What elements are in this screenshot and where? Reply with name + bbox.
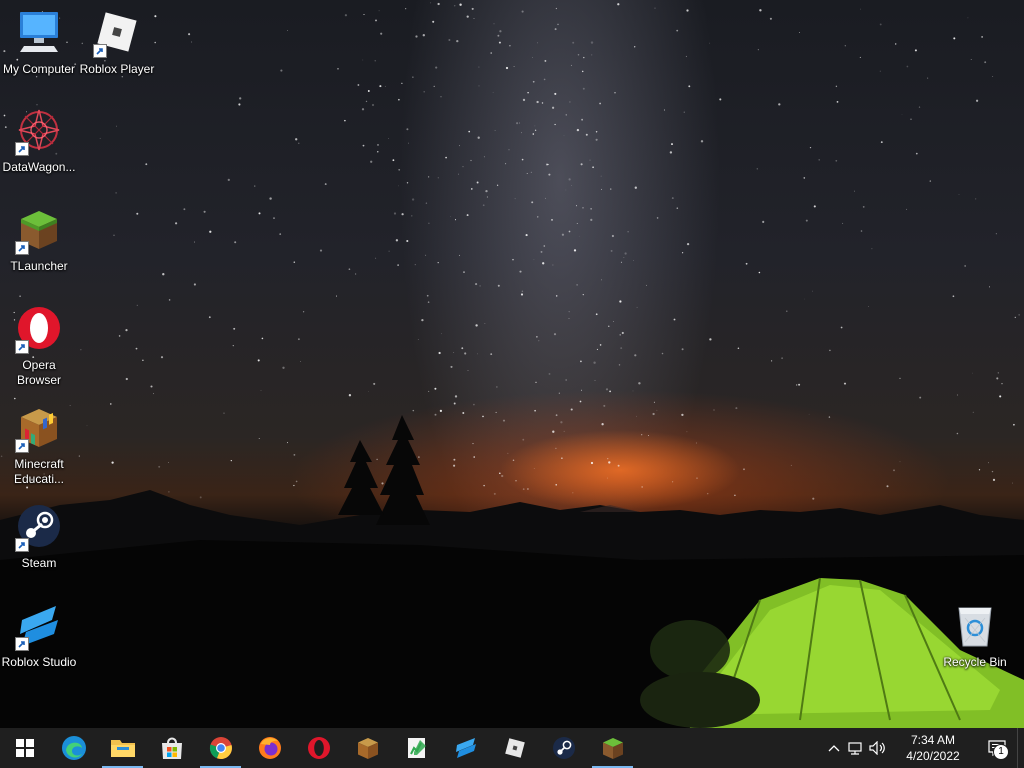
- store-icon: [161, 737, 182, 759]
- taskbar-edge-button[interactable]: [49, 728, 98, 768]
- roblox-player-icon: [504, 738, 525, 758]
- desktop-icon-minecraft-education[interactable]: Minecraft Educati...: [0, 403, 78, 487]
- clock-time: 7:34 AM: [910, 733, 956, 747]
- steam-icon: [552, 737, 575, 759]
- taskbar-tlauncher-button[interactable]: [588, 728, 637, 768]
- desktop-icon-label: Minecraft Educati...: [13, 457, 65, 486]
- roblox-studio-icon: [455, 738, 476, 758]
- taskbar-file-explorer-button[interactable]: [98, 728, 147, 768]
- desktop-icon-recycle-bin[interactable]: Recycle Bin: [936, 601, 1014, 670]
- taskbar-steam-button[interactable]: [539, 728, 588, 768]
- start-button[interactable]: [0, 728, 49, 768]
- desktop-icon-datawagon[interactable]: DataWagon...: [0, 106, 78, 175]
- taskbar-chrome-button[interactable]: [196, 728, 245, 768]
- tlauncher-icon: [602, 738, 623, 759]
- shortcut-arrow-icon: [15, 439, 29, 453]
- clock-date: 4/20/2022: [906, 749, 960, 763]
- chrome-icon: [209, 737, 232, 760]
- taskbar-minecraft-education-button[interactable]: [343, 728, 392, 768]
- computer-icon: [15, 8, 63, 56]
- edge-icon: [61, 736, 86, 760]
- roblox-player-icon: [93, 8, 141, 58]
- desktop-icon-label: DataWagon...: [2, 160, 76, 174]
- minecraft-education-icon: [357, 738, 378, 759]
- desktop-icon-label: TLauncher: [10, 259, 68, 273]
- desktop-icon-roblox-player[interactable]: Roblox Player: [78, 8, 156, 77]
- notepad-icon: [407, 738, 426, 758]
- desktop-icon-label: Recycle Bin: [943, 655, 1007, 669]
- recycle-bin-icon: [951, 601, 999, 649]
- taskbar-firefox-button[interactable]: [245, 728, 294, 768]
- system-tray: 7:34 AM 4/20/2022 1: [823, 728, 1024, 768]
- shortcut-arrow-icon: [15, 241, 29, 255]
- taskbar-opera-button[interactable]: [294, 728, 343, 768]
- steam-icon: [15, 502, 63, 552]
- firefox-icon: [258, 737, 281, 759]
- desktop-icon-my-computer[interactable]: My Computer: [0, 8, 78, 77]
- shortcut-arrow-icon: [15, 538, 29, 552]
- desktop-icon-opera-browser[interactable]: Opera Browser: [0, 304, 78, 388]
- volume-icon[interactable]: [867, 728, 889, 768]
- starfield: [0, 2, 1020, 500]
- desktop-icon-roblox-studio[interactable]: Roblox Studio: [0, 601, 78, 670]
- windows-start-icon: [15, 739, 34, 757]
- desktop-icon-label: Steam: [21, 556, 57, 570]
- desktop-icon-tlauncher[interactable]: TLauncher: [0, 205, 78, 274]
- opera-icon: [307, 737, 330, 759]
- shortcut-arrow-icon: [15, 637, 29, 651]
- tray-overflow-chevron-icon[interactable]: [823, 728, 845, 768]
- desktop-icon-label: My Computer: [2, 62, 76, 76]
- datawagon-icon: [15, 106, 63, 156]
- roblox-studio-icon: [15, 601, 63, 651]
- taskbar-store-button[interactable]: [147, 728, 196, 768]
- taskbar-roblox-studio-button[interactable]: [441, 728, 490, 768]
- shortcut-arrow-icon: [15, 340, 29, 354]
- desktop-icon-label: Roblox Player: [79, 62, 155, 76]
- shortcut-arrow-icon: [15, 142, 29, 156]
- desktop-background: My Computer Roblox Player DataWagon... T…: [0, 0, 1024, 728]
- action-center-button[interactable]: 1: [977, 728, 1017, 768]
- network-icon[interactable]: [845, 728, 867, 768]
- opera-icon: [15, 304, 63, 354]
- folder-icon: [110, 740, 135, 757]
- show-desktop-button[interactable]: [1017, 728, 1024, 768]
- landscape-silhouette: [0, 415, 1024, 728]
- taskbar-notepad-button[interactable]: [392, 728, 441, 768]
- tlauncher-icon: [15, 205, 63, 255]
- desktop-icon-label: Opera Browser: [16, 358, 61, 387]
- taskbar: 7:34 AM 4/20/2022 1: [0, 728, 1024, 768]
- notification-count-badge: 1: [993, 744, 1009, 760]
- minecraft-education-icon: [15, 403, 63, 453]
- taskbar-clock[interactable]: 7:34 AM 4/20/2022: [897, 732, 969, 764]
- desktop-icon-label: Roblox Studio: [1, 655, 77, 669]
- taskbar-roblox-player-button[interactable]: [490, 728, 539, 768]
- desktop-icon-steam[interactable]: Steam: [0, 502, 78, 571]
- shortcut-arrow-icon: [93, 44, 107, 58]
